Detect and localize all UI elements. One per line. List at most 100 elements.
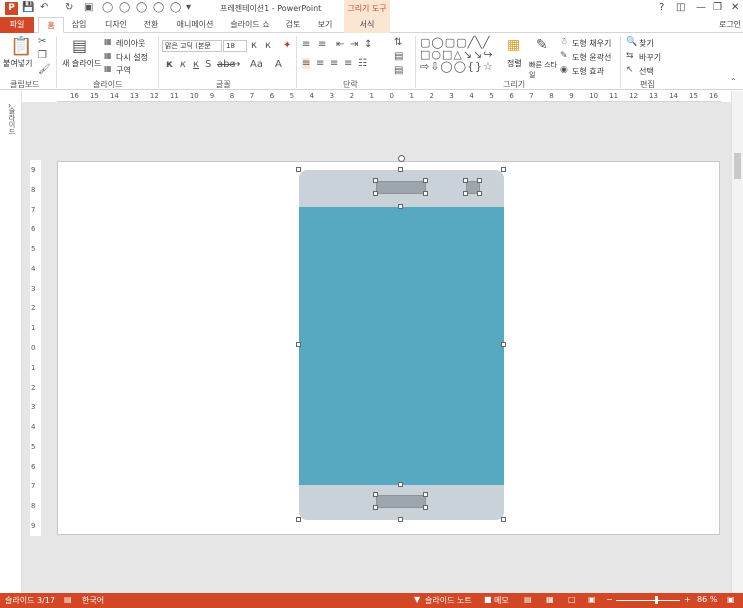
numbering-icon[interactable]: ≡ [318,39,326,50]
resize-handle[interactable] [463,191,468,196]
scrollbar-thumb[interactable] [734,153,741,179]
resize-handle[interactable] [296,342,301,347]
help-icon[interactable]: ? [659,2,664,13]
shape-tool-icon[interactable]: ◯ [102,2,113,13]
format-painter-icon[interactable]: 🖌 [38,64,51,75]
ribbon-display-icon[interactable]: ◫ [676,2,685,13]
shape-outline-button[interactable]: 도형 윤곽선 [572,52,611,63]
font-name-combo[interactable]: 맑은 고딕 (본문 [162,40,222,52]
underline-icon[interactable]: к [193,59,199,70]
line-spacing-icon[interactable]: ↕ [364,39,372,50]
justify-icon[interactable]: ≡ [344,58,352,69]
resize-handle[interactable] [501,517,506,522]
save-icon[interactable]: 💾 [22,2,34,13]
reset-button[interactable]: 다시 설정 [116,52,148,63]
char-spacing-icon[interactable]: ↔ [232,59,240,70]
resize-handle[interactable] [296,517,301,522]
resize-handle[interactable] [398,482,403,487]
select-button[interactable]: 선택 [639,66,654,77]
zoom-in-icon[interactable]: + [684,595,691,604]
zoom-slider-thumb[interactable] [655,596,658,604]
reading-view-icon[interactable]: □ [568,595,576,604]
phone-screen-shape[interactable] [299,207,504,485]
arrange-icon[interactable]: ▦ [507,37,520,53]
change-case-icon[interactable]: Aa [250,59,263,70]
resize-handle[interactable] [477,191,482,196]
align-right-icon[interactable]: ≡ [330,58,338,69]
tab-format[interactable]: 서식 [344,17,390,33]
resize-handle[interactable] [423,178,428,183]
tab-animations[interactable]: 애니메이션 [170,17,220,33]
shapes-gallery-icon[interactable]: ⇨⇩◯◯{}☆ [420,60,494,73]
resize-handle[interactable] [501,167,506,172]
zoom-level[interactable]: 86 % [697,595,717,604]
tab-home[interactable]: 홈 [38,17,64,33]
resize-handle[interactable] [423,505,428,510]
tab-slideshow[interactable]: 슬라이드 쇼 [224,17,276,33]
shrink-font-icon[interactable]: к [265,40,271,51]
undo-icon[interactable]: ↶ [40,2,48,13]
bullets-icon[interactable]: ≡ [302,39,310,50]
font-color-icon[interactable]: A [275,59,282,70]
copy-icon[interactable]: ❐ [38,50,47,61]
clear-format-icon[interactable]: ✦ [283,40,291,51]
normal-view-icon[interactable]: ▤ [524,595,532,604]
zoom-out-icon[interactable]: − [606,595,613,604]
shape-fill-button[interactable]: 도형 채우기 [572,38,611,49]
language-indicator[interactable]: 한국어 [82,595,104,606]
tab-file[interactable]: 파일 [0,17,34,33]
new-slide-icon[interactable]: ▤ [72,36,87,55]
bold-icon[interactable]: к [166,59,173,70]
resize-handle[interactable] [477,178,482,183]
paste-icon[interactable]: 📋 [10,36,32,57]
paste-button[interactable]: 붙여넣기 [3,58,32,69]
resize-handle[interactable] [373,492,378,497]
collapse-ribbon-icon[interactable]: ⌃ [730,77,737,86]
text-direction-icon[interactable]: ⇅ [394,37,402,48]
tab-transitions[interactable]: 전환 [138,17,164,33]
shadow-icon[interactable]: S [205,59,211,70]
start-slideshow-icon[interactable]: ▣ [84,2,93,13]
vertical-scrollbar[interactable] [731,91,743,593]
slides-panel-label[interactable]: 슬라이드 [7,107,17,135]
slide-sorter-icon[interactable]: ▦ [546,595,554,604]
decrease-indent-icon[interactable]: ⇤ [336,39,344,50]
resize-handle[interactable] [463,178,468,183]
notes-button[interactable]: 슬라이드 노트 [425,595,472,606]
align-text-icon[interactable]: ▤ [394,51,403,62]
new-slide-button[interactable]: 새 슬라이드 [62,58,101,69]
resize-handle[interactable] [423,492,428,497]
rotate-handle-icon[interactable] [398,155,405,162]
resize-handle[interactable] [373,191,378,196]
arrange-button[interactable]: 정렬 [507,58,522,69]
slideshow-view-icon[interactable]: ▣ [588,595,596,604]
align-left-icon[interactable]: ≡ [302,58,311,69]
grow-font-icon[interactable]: к [251,40,257,51]
resize-handle[interactable] [398,167,403,172]
comments-button[interactable]: 메모 [494,595,509,606]
smartart-icon[interactable]: ▤ [394,65,403,76]
restore-icon[interactable]: ❐ [713,2,722,13]
close-icon[interactable]: ✕ [731,2,739,13]
columns-icon[interactable]: ☷ [358,58,367,69]
layout-button[interactable]: 레이아웃 [116,38,145,49]
zoom-slider[interactable] [616,600,680,601]
tab-design[interactable]: 디자인 [100,17,132,33]
redo-icon[interactable]: ↻ [65,2,73,13]
resize-handle[interactable] [373,505,378,510]
resize-handle[interactable] [423,191,428,196]
quick-styles-button[interactable]: 빠른 스타일 [529,60,557,80]
resize-handle[interactable] [398,517,403,522]
replace-button[interactable]: 바꾸기 [639,52,661,63]
shape-tool-icon[interactable]: ◯ [170,2,181,13]
resize-handle[interactable] [373,178,378,183]
resize-handle[interactable] [501,342,506,347]
phone-speaker-shape[interactable] [376,181,426,194]
find-button[interactable]: 찾기 [639,38,654,49]
minimize-icon[interactable]: — [696,2,706,13]
resize-handle[interactable] [296,167,301,172]
shape-tool-icon[interactable]: ◯ [136,2,147,13]
tab-view[interactable]: 보기 [312,17,338,33]
italic-icon[interactable]: к [180,59,186,70]
phone-home-button-shape[interactable] [376,495,426,508]
